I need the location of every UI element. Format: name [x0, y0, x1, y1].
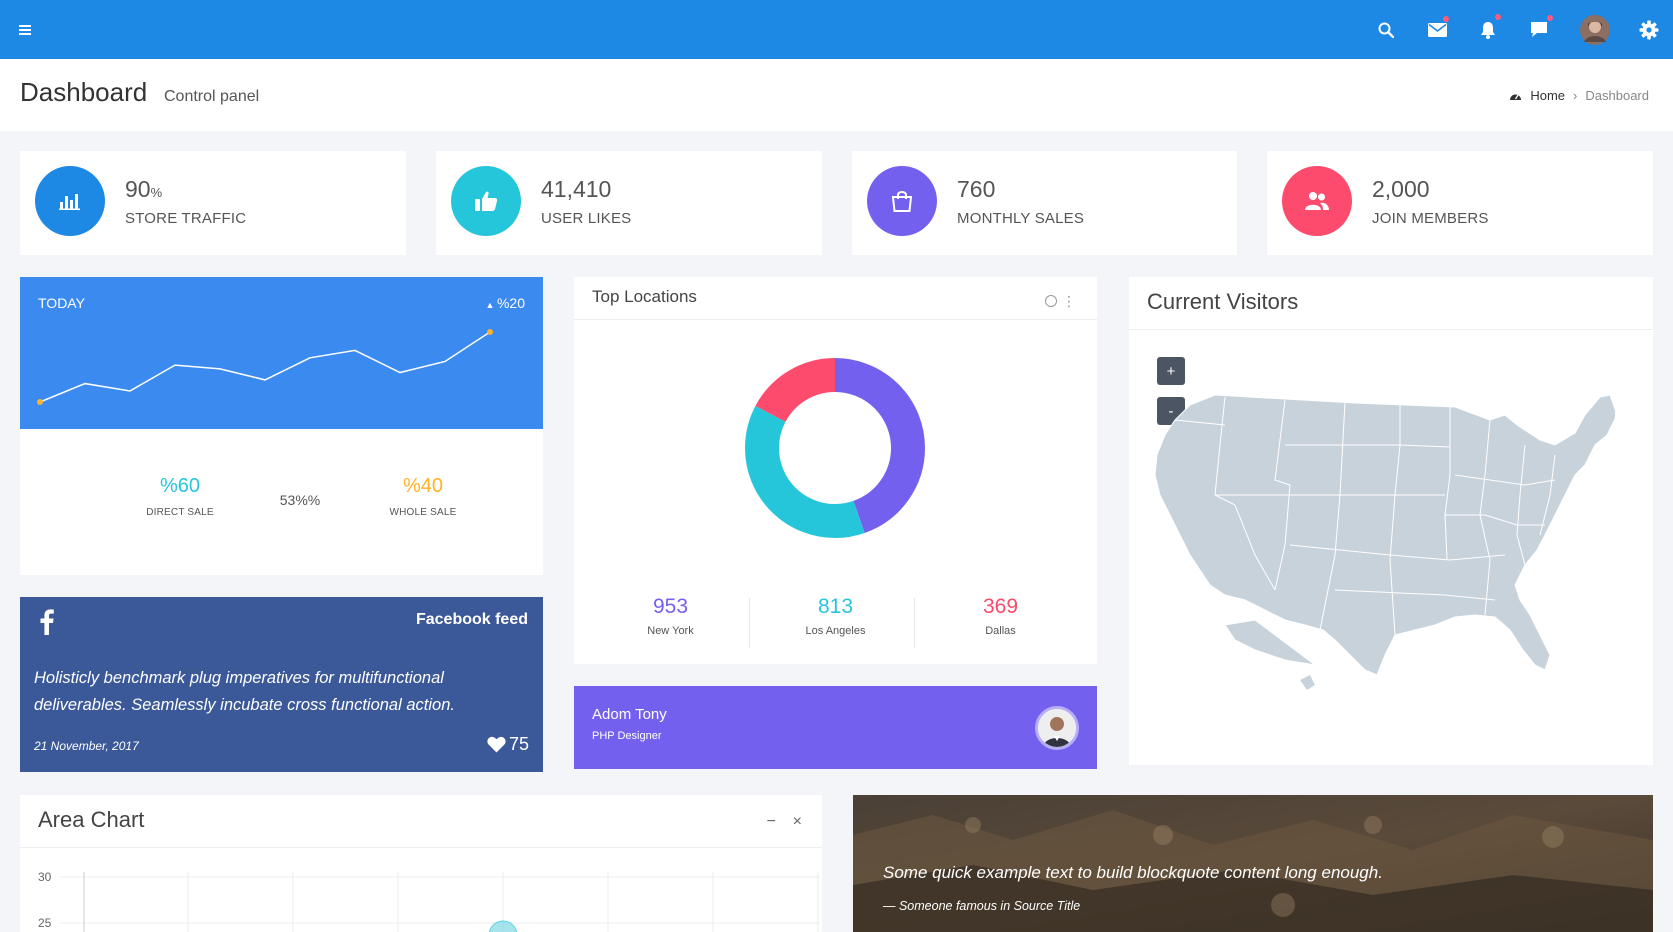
shopping-bag-icon [867, 166, 937, 236]
stat-card-join-members: 2,000 JOIN MEMBERS [1267, 151, 1653, 255]
page-title: Dashboard [20, 77, 148, 107]
quote-text: Some quick example text to build blockqu… [883, 863, 1383, 882]
stat-label: MONTHLY SALES [957, 210, 1085, 227]
divider [1129, 329, 1653, 330]
today-chart-panel: TODAY ▲ %20 [20, 277, 543, 429]
blockquote-card: Some quick example text to build blockqu… [853, 795, 1653, 932]
bar-chart-icon [35, 166, 105, 236]
mail-notification-dot [1443, 16, 1449, 22]
location-stat-los-angeles: 813 Los Angeles [753, 595, 918, 637]
current-visitors-title: Current Visitors [1147, 289, 1299, 314]
breadcrumb: Home › Dashboard [1509, 88, 1649, 103]
gear-icon[interactable] [1629, 0, 1669, 59]
stat-value: 41,410 [541, 176, 612, 202]
users-icon [1282, 166, 1352, 236]
stat-label: JOIN MEMBERS [1372, 210, 1489, 227]
today-series-point [487, 329, 493, 335]
breadcrumb-home[interactable]: Home [1530, 88, 1565, 103]
facebook-post-text: Holisticly benchmark plug imperatives fo… [34, 669, 455, 714]
chat-notification-dot [1547, 15, 1553, 21]
heart-icon [487, 736, 506, 753]
profile-name: Adom Tony [592, 706, 667, 723]
current-visitors-card: Current Visitors + - [1129, 277, 1653, 765]
profile-avatar[interactable] [1035, 706, 1079, 750]
locations-donut-chart [745, 358, 925, 538]
area-chart-grid [60, 872, 820, 932]
direct-sale-stat: %60 DIRECT SALE [120, 475, 240, 518]
facebook-likes[interactable]: 75 [487, 734, 529, 755]
direct-sale-value: %60 [159, 475, 201, 497]
stat-card-store-traffic: 90% STORE TRAFFIC [20, 151, 406, 255]
top-navbar [0, 0, 1673, 59]
whole-sale-value: %40 [402, 475, 444, 497]
page-header: Dashboard Control panel Home › Dashboard [0, 59, 1673, 131]
today-series-line [39, 331, 491, 403]
location-label: Los Angeles [805, 625, 866, 637]
facebook-icon [40, 609, 54, 635]
area-chart-card: Area Chart − × 30 25 [20, 795, 822, 932]
location-value: 813 [817, 595, 854, 618]
divider [914, 598, 915, 648]
map-zoom-in-button[interactable]: + [1157, 357, 1185, 385]
facebook-post-date: 21 November, 2017 [34, 739, 139, 753]
usa-map[interactable] [1145, 385, 1615, 715]
hamburger-icon[interactable] [5, 0, 45, 59]
more-vertical-icon[interactable]: ⋮ [1062, 291, 1076, 311]
stat-label: USER LIKES [541, 210, 632, 227]
today-series-point [37, 399, 43, 405]
stat-label: STORE TRAFFIC [125, 210, 247, 227]
mail-icon[interactable] [1417, 0, 1457, 59]
stat-value: 2,000 [1372, 176, 1430, 202]
whole-sale-stat: %40 WHOLE SALE [363, 475, 483, 518]
page-subtitle: Control panel [164, 88, 260, 105]
y-tick-label: 25 [38, 916, 52, 930]
location-value: 369 [982, 595, 1019, 618]
user-avatar[interactable] [1575, 0, 1615, 59]
facebook-feed-card: Facebook feed Holisticly benchmark plug … [20, 597, 543, 772]
close-button[interactable]: × [793, 813, 802, 831]
stat-value: 760 [957, 176, 996, 202]
location-label: New York [647, 625, 694, 637]
direct-sale-label: DIRECT SALE [146, 507, 214, 518]
chat-icon[interactable] [1519, 0, 1559, 59]
dashboard-gauge-icon [1510, 94, 1522, 100]
chevron-right-icon: › [1573, 88, 1578, 103]
top-locations-card: Top Locations ⋮ 953 New York 813 Los Ang… [574, 277, 1097, 664]
profile-role: PHP Designer [592, 730, 662, 742]
location-stat-new-york: 953 New York [588, 595, 753, 637]
divider [574, 319, 1097, 320]
bell-notification-dot [1495, 14, 1501, 20]
location-value: 953 [652, 595, 689, 618]
thumbs-up-icon [451, 166, 521, 236]
bell-icon[interactable] [1468, 0, 1508, 59]
quote-source: — Someone famous in Source Title [883, 899, 1081, 913]
location-label: Dallas [985, 625, 1016, 637]
minimize-button[interactable]: − [767, 813, 776, 831]
search-icon[interactable] [1366, 0, 1406, 59]
middle-percent: 53%% [279, 492, 321, 508]
breadcrumb-current: Dashboard [1585, 88, 1649, 103]
location-stat-dallas: 369 Dallas [918, 595, 1083, 637]
profile-card: Adom Tony PHP Designer [574, 686, 1097, 769]
today-line-chart [37, 329, 493, 405]
area-chart-title: Area Chart [38, 807, 145, 832]
today-card: TODAY ▲ %20 %60 DIRECT SALE 53%% %40 WHO… [20, 277, 543, 575]
stat-card-user-likes: 41,410 USER LIKES [436, 151, 822, 255]
facebook-feed-title: Facebook feed [415, 611, 528, 628]
divider [749, 598, 750, 648]
whole-sale-label: WHOLE SALE [389, 507, 457, 518]
stat-card-monthly-sales: 760 MONTHLY SALES [852, 151, 1237, 255]
top-locations-title: Top Locations [592, 287, 697, 306]
y-tick-label: 30 [38, 870, 52, 884]
stat-value: 90% [125, 176, 163, 202]
refresh-circle-icon[interactable] [1045, 295, 1057, 307]
